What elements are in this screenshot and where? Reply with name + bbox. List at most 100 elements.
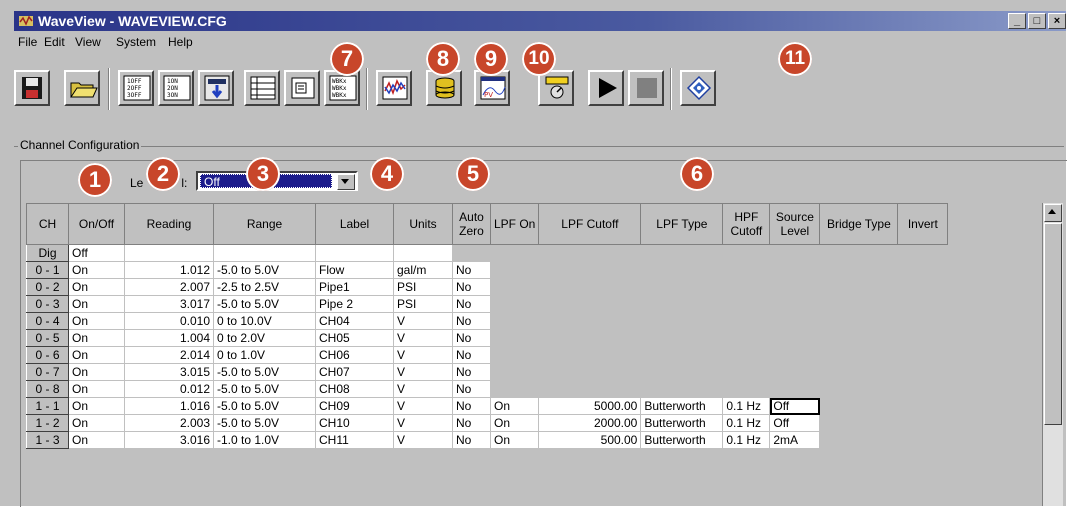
cell-reading[interactable]: 3.016 bbox=[124, 431, 214, 449]
table-row[interactable]: Dig Off bbox=[26, 244, 948, 262]
column-header-range[interactable]: Range bbox=[213, 203, 316, 245]
cell-label[interactable]: CH10 bbox=[315, 414, 394, 432]
cell-lpfcutoff[interactable]: 5000.00 bbox=[538, 397, 642, 415]
column-header-hpf-cutoff[interactable]: HPF Cutoff bbox=[722, 203, 771, 245]
table-row[interactable]: 0 - 7 On 3.015 -5.0 to 5.0V CH07 V No bbox=[26, 363, 948, 381]
cell-ch[interactable]: 1 - 1 bbox=[26, 397, 69, 415]
cell-lpfcutoff[interactable]: 2000.00 bbox=[538, 414, 642, 432]
cell-units[interactable]: V bbox=[393, 363, 453, 381]
cell-label[interactable]: CH08 bbox=[315, 380, 394, 398]
cell-units[interactable]: V bbox=[393, 397, 453, 415]
cell-label[interactable]: CH05 bbox=[315, 329, 394, 347]
stop-button[interactable] bbox=[628, 70, 664, 106]
cell-reading[interactable]: 2.003 bbox=[124, 414, 214, 432]
play-button[interactable] bbox=[588, 70, 624, 106]
cell-label[interactable]: CH07 bbox=[315, 363, 394, 381]
column-header-bridge-type[interactable]: Bridge Type bbox=[819, 203, 899, 245]
cell-onoff[interactable]: On bbox=[68, 329, 125, 347]
cell-units[interactable] bbox=[393, 244, 453, 262]
column-header-units[interactable]: Units bbox=[393, 203, 453, 245]
cell-ch[interactable]: 0 - 4 bbox=[26, 312, 69, 330]
cell-onoff[interactable]: On bbox=[68, 278, 125, 296]
scroll-up-arrow-icon[interactable] bbox=[1044, 204, 1062, 222]
column-header-reading[interactable]: Reading bbox=[124, 203, 214, 245]
cell-units[interactable]: V bbox=[393, 329, 453, 347]
cell-lpftype[interactable]: Butterworth bbox=[640, 397, 724, 415]
cell-reading[interactable]: 3.017 bbox=[124, 295, 214, 313]
table-row[interactable]: 0 - 6 On 2.014 0 to 1.0V CH06 V No bbox=[26, 346, 948, 364]
cell-autozero[interactable]: No bbox=[452, 397, 491, 415]
cell-ch[interactable]: 0 - 2 bbox=[26, 278, 69, 296]
cell-range[interactable]: -5.0 to 5.0V bbox=[213, 261, 316, 279]
cell-units[interactable]: PSI bbox=[393, 295, 453, 313]
title-bar[interactable]: WaveView - WAVEVIEW.CFG _ □ × bbox=[14, 11, 1066, 31]
all-channels-on-button[interactable]: 1ON 2ON 3ON bbox=[158, 70, 194, 106]
cell-label[interactable]: Pipe 2 bbox=[315, 295, 394, 313]
cell-autozero[interactable]: No bbox=[452, 261, 491, 279]
target-button[interactable] bbox=[680, 70, 716, 106]
cell-onoff[interactable]: On bbox=[68, 431, 125, 449]
cell-units[interactable]: V bbox=[393, 431, 453, 449]
cell-lpftype[interactable]: Butterworth bbox=[640, 414, 724, 432]
table-row[interactable]: 0 - 4 On 0.010 0 to 10.0V CH04 V No bbox=[26, 312, 948, 330]
cell-range[interactable]: -2.5 to 2.5V bbox=[213, 278, 316, 296]
table-row[interactable]: 0 - 3 On 3.017 -5.0 to 5.0V Pipe 2 PSI No bbox=[26, 295, 948, 313]
cell-ch[interactable]: 1 - 2 bbox=[26, 414, 69, 432]
cell-units[interactable]: gal/m bbox=[393, 261, 453, 279]
cell-onoff[interactable]: On bbox=[68, 397, 125, 415]
notes-button[interactable] bbox=[284, 70, 320, 106]
cell-label[interactable]: Pipe1 bbox=[315, 278, 394, 296]
column-header-source-level[interactable]: Source Level bbox=[769, 203, 821, 245]
cell-ch[interactable]: 1 - 3 bbox=[26, 431, 69, 449]
cell-autozero[interactable]: No bbox=[452, 431, 491, 449]
cell-reading[interactable]: 2.014 bbox=[124, 346, 214, 364]
column-header-label[interactable]: Label bbox=[315, 203, 394, 245]
menu-help[interactable]: Help bbox=[168, 32, 193, 52]
cell-onoff[interactable]: On bbox=[68, 380, 125, 398]
table-row[interactable]: 1 - 1 On 1.016 -5.0 to 5.0V CH09 V No On 5000.00… bbox=[26, 397, 948, 415]
cell-autozero[interactable]: No bbox=[452, 346, 491, 364]
cell-source[interactable]: 2mA bbox=[769, 431, 821, 449]
cell-units[interactable]: V bbox=[393, 346, 453, 364]
analysis-button[interactable] bbox=[376, 70, 412, 106]
cell-units[interactable]: V bbox=[393, 380, 453, 398]
cell-onoff[interactable]: Off bbox=[68, 244, 125, 262]
cell-ch[interactable]: Dig bbox=[26, 244, 69, 262]
scrollbar-thumb[interactable] bbox=[1044, 223, 1062, 425]
table-row[interactable]: 0 - 5 On 1.004 0 to 2.0V CH05 V No bbox=[26, 329, 948, 347]
cell-ch[interactable]: 0 - 1 bbox=[26, 261, 69, 279]
cell-onoff[interactable]: On bbox=[68, 363, 125, 381]
table-row[interactable]: 0 - 8 On 0.012 -5.0 to 5.0V CH08 V No bbox=[26, 380, 948, 398]
cell-units[interactable]: PSI bbox=[393, 278, 453, 296]
cell-onoff[interactable]: On bbox=[68, 261, 125, 279]
cell-reading[interactable]: 1.016 bbox=[124, 397, 214, 415]
all-channels-off-button[interactable]: 1OFF 2OFF 3OFF bbox=[118, 70, 154, 106]
cell-range[interactable]: -5.0 to 5.0V bbox=[213, 397, 316, 415]
cell-ch[interactable]: 0 - 3 bbox=[26, 295, 69, 313]
table-row[interactable]: 1 - 3 On 3.016 -1.0 to 1.0V CH11 V No On 500.00 B… bbox=[26, 431, 948, 449]
cell-onoff[interactable]: On bbox=[68, 295, 125, 313]
cell-onoff[interactable]: On bbox=[68, 312, 125, 330]
save-button[interactable] bbox=[14, 70, 50, 106]
cell-label[interactable]: CH04 bbox=[315, 312, 394, 330]
vertical-scrollbar[interactable] bbox=[1042, 203, 1063, 506]
dropdown-arrow-icon[interactable] bbox=[337, 174, 355, 190]
cell-range[interactable]: 0 to 2.0V bbox=[213, 329, 316, 347]
column-header-onoff[interactable]: On/Off bbox=[68, 203, 125, 245]
cell-reading[interactable]: 2.007 bbox=[124, 278, 214, 296]
cell-ch[interactable]: 0 - 6 bbox=[26, 346, 69, 364]
cell-range[interactable]: -5.0 to 5.0V bbox=[213, 414, 316, 432]
cell-autozero[interactable]: No bbox=[452, 278, 491, 296]
column-header-ch[interactable]: CH bbox=[26, 203, 69, 245]
cell-label[interactable] bbox=[315, 244, 394, 262]
cell-lpfon[interactable]: On bbox=[489, 397, 540, 415]
menu-system[interactable]: System bbox=[116, 32, 156, 52]
cell-range[interactable]: -5.0 to 5.0V bbox=[213, 363, 316, 381]
cell-ch[interactable]: 0 - 5 bbox=[26, 329, 69, 347]
cell-reading[interactable]: 1.004 bbox=[124, 329, 214, 347]
cell-autozero[interactable]: No bbox=[452, 295, 491, 313]
cell-range[interactable] bbox=[213, 244, 316, 262]
cell-label[interactable]: CH09 bbox=[315, 397, 394, 415]
column-header-autozero[interactable]: Auto Zero bbox=[452, 203, 491, 245]
table-row[interactable]: 1 - 2 On 2.003 -5.0 to 5.0V CH10 V No On 2000.00… bbox=[26, 414, 948, 432]
